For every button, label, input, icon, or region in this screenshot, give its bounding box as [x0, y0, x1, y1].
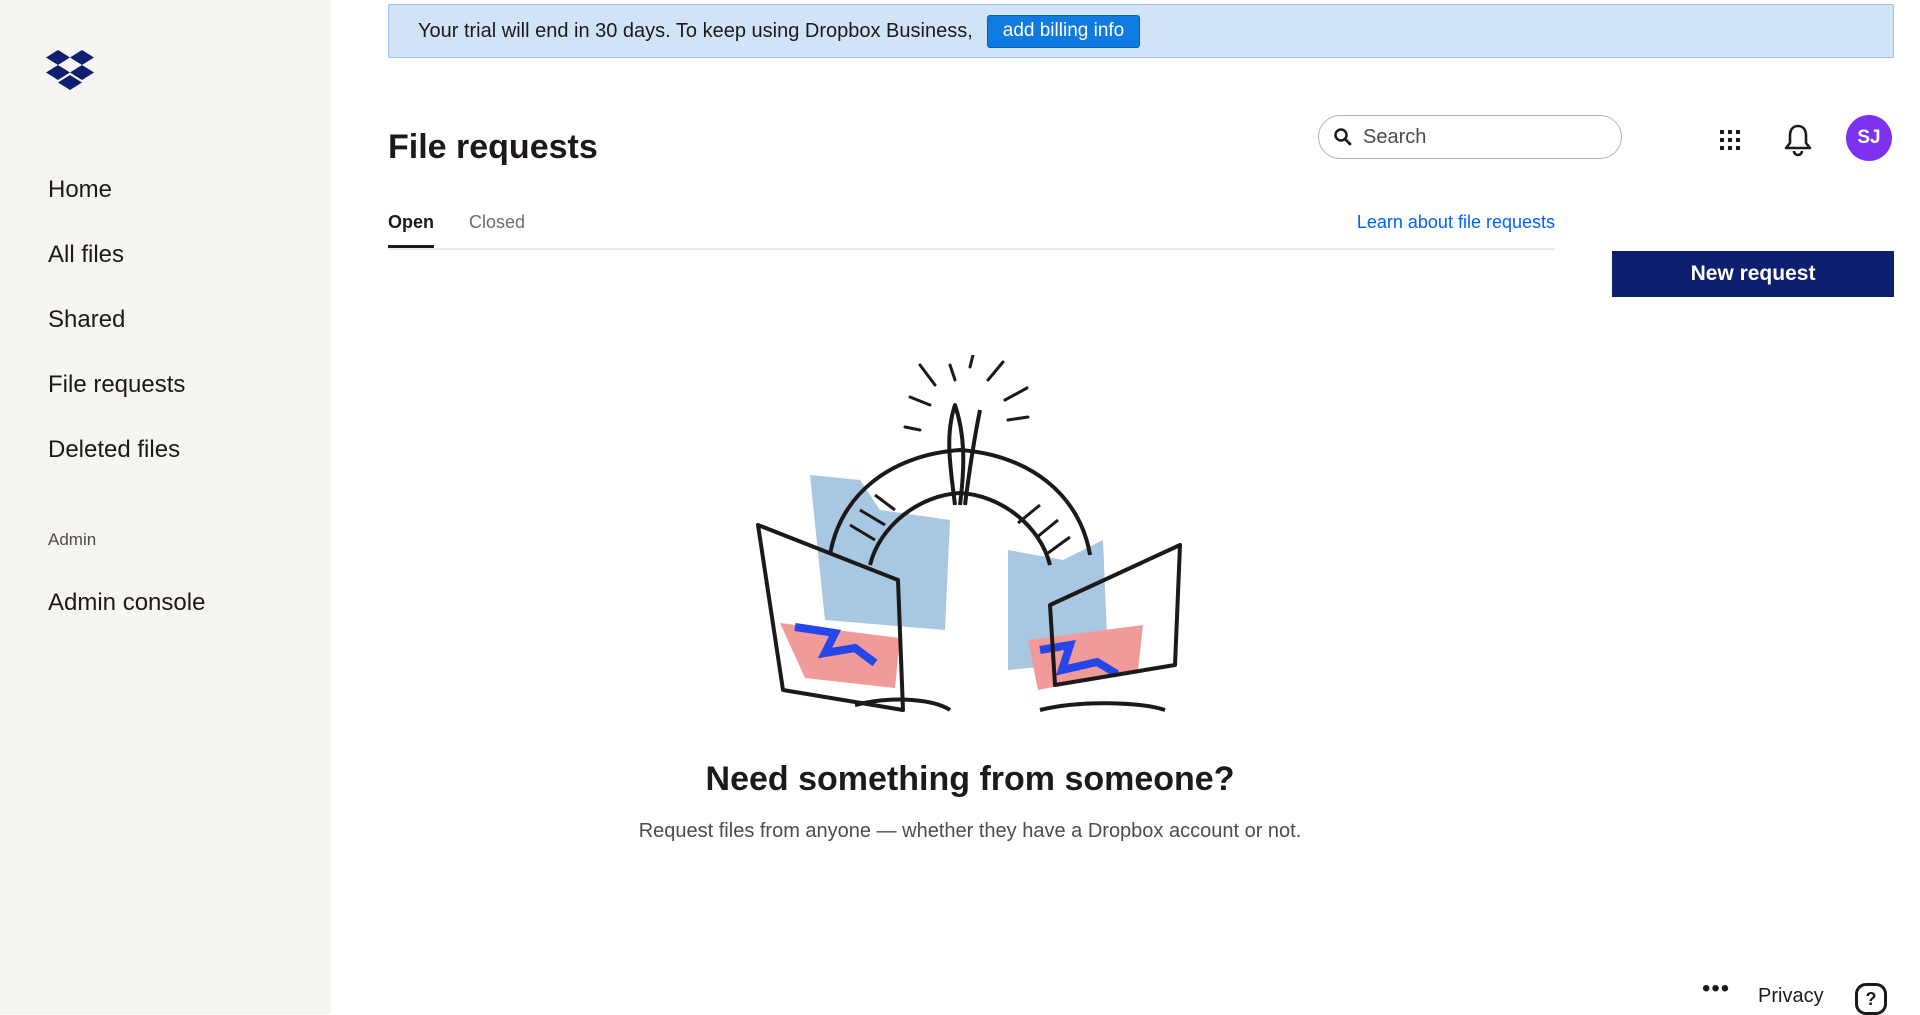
search-box[interactable]: [1318, 115, 1622, 159]
notification-bell-icon[interactable]: [1780, 120, 1816, 160]
help-icon[interactable]: ?: [1855, 983, 1887, 1015]
tab-bar: Open Closed Learn about file requests: [388, 208, 1555, 250]
sidebar-item-home[interactable]: Home: [48, 176, 112, 204]
sidebar-item-admin-console[interactable]: Admin console: [48, 589, 205, 617]
dropbox-logo-icon[interactable]: [46, 50, 94, 97]
tab-closed[interactable]: Closed: [469, 212, 525, 233]
avatar[interactable]: SJ: [1846, 115, 1892, 161]
search-icon: [1334, 128, 1352, 146]
learn-about-file-requests-link[interactable]: Learn about file requests: [1357, 212, 1555, 233]
trial-banner: Your trial will end in 30 days. To keep …: [388, 4, 1894, 58]
sidebar-item-shared[interactable]: Shared: [48, 306, 125, 334]
admin-section-label: Admin: [48, 530, 97, 549]
sidebar-item-deleted-files[interactable]: Deleted files: [48, 436, 180, 464]
new-request-button[interactable]: New request: [1612, 251, 1894, 297]
add-billing-info-button[interactable]: add billing info: [986, 14, 1141, 48]
tab-open[interactable]: Open: [388, 212, 435, 248]
more-options-icon[interactable]: •••: [1702, 975, 1730, 1003]
privacy-link[interactable]: Privacy: [1758, 985, 1824, 1008]
app-grid-icon[interactable]: [1714, 124, 1746, 156]
empty-state-text: Request files from anyone — whether they…: [638, 820, 1302, 842]
sidebar-item-all-files[interactable]: All files: [48, 241, 124, 269]
sidebar: Home All files Shared File requests Dele…: [0, 0, 331, 1014]
trial-banner-text: Your trial will end in 30 days. To keep …: [418, 19, 973, 42]
empty-state-heading: Need something from someone?: [705, 760, 1235, 798]
search-input[interactable]: [1363, 125, 1603, 149]
sidebar-item-file-requests[interactable]: File requests: [48, 371, 185, 399]
page-title: File requests: [388, 128, 598, 166]
high-five-illustration: [740, 353, 1200, 740]
